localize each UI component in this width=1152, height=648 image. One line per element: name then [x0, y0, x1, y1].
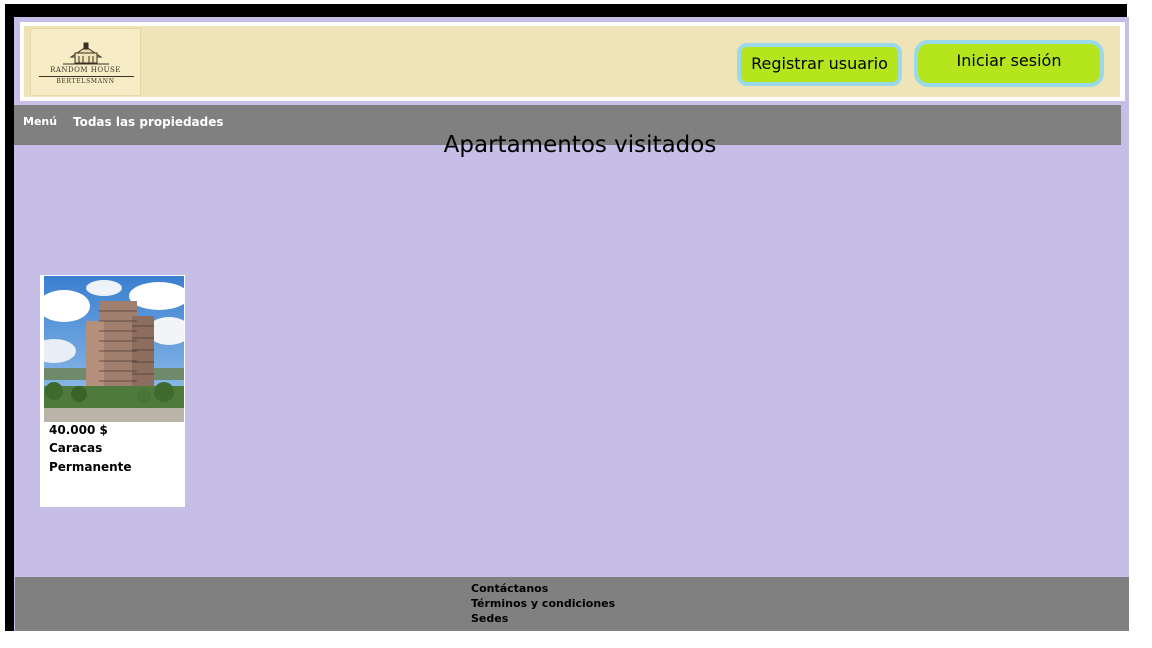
- property-price: 40.000 $: [49, 423, 108, 437]
- header-bar: RANDOM HOUSE BERTELSMANN Registrar usuar…: [24, 26, 1120, 97]
- logo-text-bottom: BERTELSMANN: [56, 78, 115, 85]
- register-user-button[interactable]: Registrar usuario: [737, 43, 902, 86]
- page-body: RANDOM HOUSE BERTELSMANN Registrar usuar…: [14, 17, 1129, 631]
- footer-contact-link[interactable]: Contáctanos: [471, 582, 548, 595]
- page-frame: RANDOM HOUSE BERTELSMANN Registrar usuar…: [5, 4, 1129, 631]
- login-button[interactable]: Iniciar sesión: [914, 40, 1104, 87]
- footer-locations-link[interactable]: Sedes: [471, 612, 508, 625]
- footer: Contáctanos Términos y condiciones Sedes: [15, 577, 1129, 631]
- apartment-building-image: [44, 276, 184, 422]
- property-city: Caracas: [49, 441, 103, 455]
- logo-divider: [39, 76, 134, 77]
- logo-text-top: RANDOM HOUSE: [50, 66, 121, 74]
- page-title: Apartamentos visitados: [443, 132, 717, 158]
- house-logo-icon: [63, 42, 109, 65]
- nav-all-properties-link[interactable]: Todas las propiedades: [73, 115, 224, 129]
- footer-terms-link[interactable]: Términos y condiciones: [471, 597, 615, 610]
- property-card[interactable]: 40.000 $ Caracas Permanente: [40, 275, 185, 507]
- property-type: Permanente: [49, 460, 132, 474]
- header: RANDOM HOUSE BERTELSMANN Registrar usuar…: [20, 22, 1125, 101]
- nav-menu-link[interactable]: Menú: [23, 115, 57, 128]
- logo[interactable]: RANDOM HOUSE BERTELSMANN: [30, 28, 141, 96]
